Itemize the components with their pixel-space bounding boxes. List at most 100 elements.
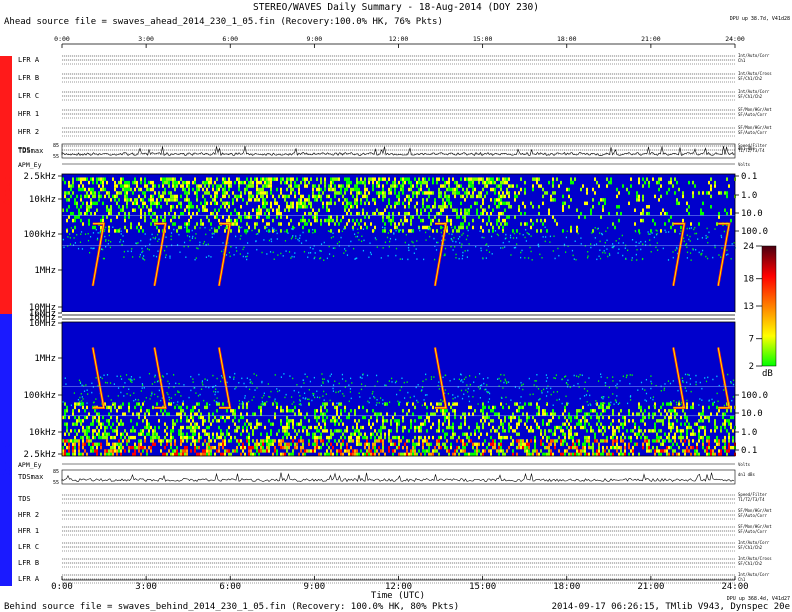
spectrogram-cell xyxy=(228,187,230,192)
spectrogram-speckle xyxy=(528,233,530,236)
spectrogram-speckle xyxy=(440,231,443,234)
spectrogram-cell xyxy=(548,208,550,212)
spectrogram-cell xyxy=(68,445,70,450)
spectrogram-cell xyxy=(146,205,148,209)
spectrogram-cell xyxy=(150,439,152,443)
spectrogram-cell xyxy=(202,187,204,192)
spectrogram-cell xyxy=(224,205,226,209)
spectrogram-cell xyxy=(148,208,150,212)
spectrogram-cell xyxy=(502,218,504,223)
spectrogram-cell xyxy=(316,425,318,430)
spectrogram-cell xyxy=(584,435,586,440)
spectrogram-speckle xyxy=(705,237,707,239)
spectrogram-cell xyxy=(562,422,564,426)
spectrogram-cell xyxy=(84,429,86,433)
spectrogram-speckle xyxy=(320,384,323,387)
spectrogram-cell xyxy=(452,429,454,433)
spectrogram-cell xyxy=(260,432,262,436)
spectrogram-cell xyxy=(494,180,496,185)
spectrogram-cell xyxy=(392,449,394,453)
spectrogram-cell xyxy=(172,419,174,423)
spectrogram-cell xyxy=(76,215,78,219)
spectrogram-cell xyxy=(326,201,328,206)
spectrogram-speckle xyxy=(234,388,236,390)
spectrogram-cell xyxy=(614,432,616,436)
spectrogram-cell xyxy=(78,442,80,446)
spectrogram-cell xyxy=(716,442,718,446)
spectrogram-cell xyxy=(404,205,406,209)
spectrogram-speckle xyxy=(328,245,330,248)
spectrogram-speckle xyxy=(433,376,435,378)
spectrogram-cell xyxy=(570,452,572,456)
spectrogram-cell xyxy=(406,211,408,216)
spectrogram-cell xyxy=(202,429,204,433)
spectrogram-cell xyxy=(116,184,118,188)
spectrogram-cell xyxy=(500,445,502,450)
spectrogram-cell xyxy=(322,201,324,206)
spectrogram-speckle xyxy=(388,246,390,248)
spectrogram-cell xyxy=(126,184,128,188)
spectrogram-cell xyxy=(260,208,262,212)
spectrogram-cell xyxy=(366,439,368,443)
apm-info: Volts xyxy=(738,462,751,467)
spectrogram-speckle xyxy=(587,404,589,406)
spectrogram-cell xyxy=(394,435,396,440)
spectrogram-speckle xyxy=(153,255,155,257)
spectrogram-speckle xyxy=(452,402,454,404)
spectrogram-speckle xyxy=(542,236,544,238)
spectrogram-cell xyxy=(294,412,296,416)
spectrogram-cell xyxy=(236,194,238,199)
spectrogram-speckle xyxy=(332,255,335,257)
spectrogram-cell xyxy=(116,419,118,423)
spectrogram-cell xyxy=(184,191,186,195)
spectrogram-cell xyxy=(478,180,480,185)
spectrogram-cell xyxy=(260,439,262,443)
spectrogram-cell xyxy=(466,432,468,436)
spectrogram-cell xyxy=(268,208,270,212)
spectrogram-speckle xyxy=(612,243,614,245)
spectrogram-cell xyxy=(686,402,688,406)
spectrogram-cell xyxy=(226,191,228,195)
spectrogram-cell xyxy=(458,452,460,456)
spectrogram-cell xyxy=(406,177,408,181)
spectrogram-cell xyxy=(562,201,564,206)
spectrogram-cell xyxy=(284,442,286,446)
spectrogram-cell xyxy=(428,449,430,453)
spectrogram-cell xyxy=(150,180,152,185)
spectrogram-cell xyxy=(382,419,384,423)
spectrogram-cell xyxy=(408,229,410,233)
spectrogram-speckle xyxy=(553,377,555,379)
spectrogram-cell xyxy=(124,194,126,199)
spectrogram-cell xyxy=(130,222,132,226)
spectrogram-cell xyxy=(408,452,410,456)
spectrogram-cell xyxy=(92,442,94,446)
spectrogram-cell xyxy=(118,205,120,209)
spectrogram-cell xyxy=(284,194,286,199)
spectrogram-cell xyxy=(498,442,500,446)
spectrogram-cell xyxy=(234,449,236,453)
spectrogram-cell xyxy=(398,222,400,226)
hk-label: TDS xyxy=(18,495,31,503)
spectrogram-cell xyxy=(152,184,154,188)
spectrogram-cell xyxy=(128,402,130,406)
spectrogram-speckle xyxy=(105,238,107,241)
spectrogram-speckle xyxy=(438,388,440,390)
spectrogram-speckle xyxy=(611,246,613,249)
spectrogram-cell xyxy=(338,422,340,426)
spectrogram-cell xyxy=(134,449,136,453)
spectrogram-cell xyxy=(82,419,84,423)
spectrogram-cell xyxy=(216,201,218,206)
spectrogram-cell xyxy=(468,180,470,185)
spectrogram-cell xyxy=(200,218,202,223)
top-tick-label: 21:00 xyxy=(641,35,661,43)
spectrogram-cell xyxy=(176,449,178,453)
spectrogram-cell xyxy=(148,429,150,433)
spectrogram-cell xyxy=(218,435,220,440)
spectrogram-cell xyxy=(602,409,604,413)
spectrogram-cell xyxy=(250,449,252,453)
spectrogram-cell xyxy=(300,445,302,450)
spectrogram-cell xyxy=(178,180,180,185)
spectrogram-speckle xyxy=(149,398,151,400)
spectrogram-cell xyxy=(448,194,450,199)
spectrogram-cell xyxy=(212,198,214,202)
